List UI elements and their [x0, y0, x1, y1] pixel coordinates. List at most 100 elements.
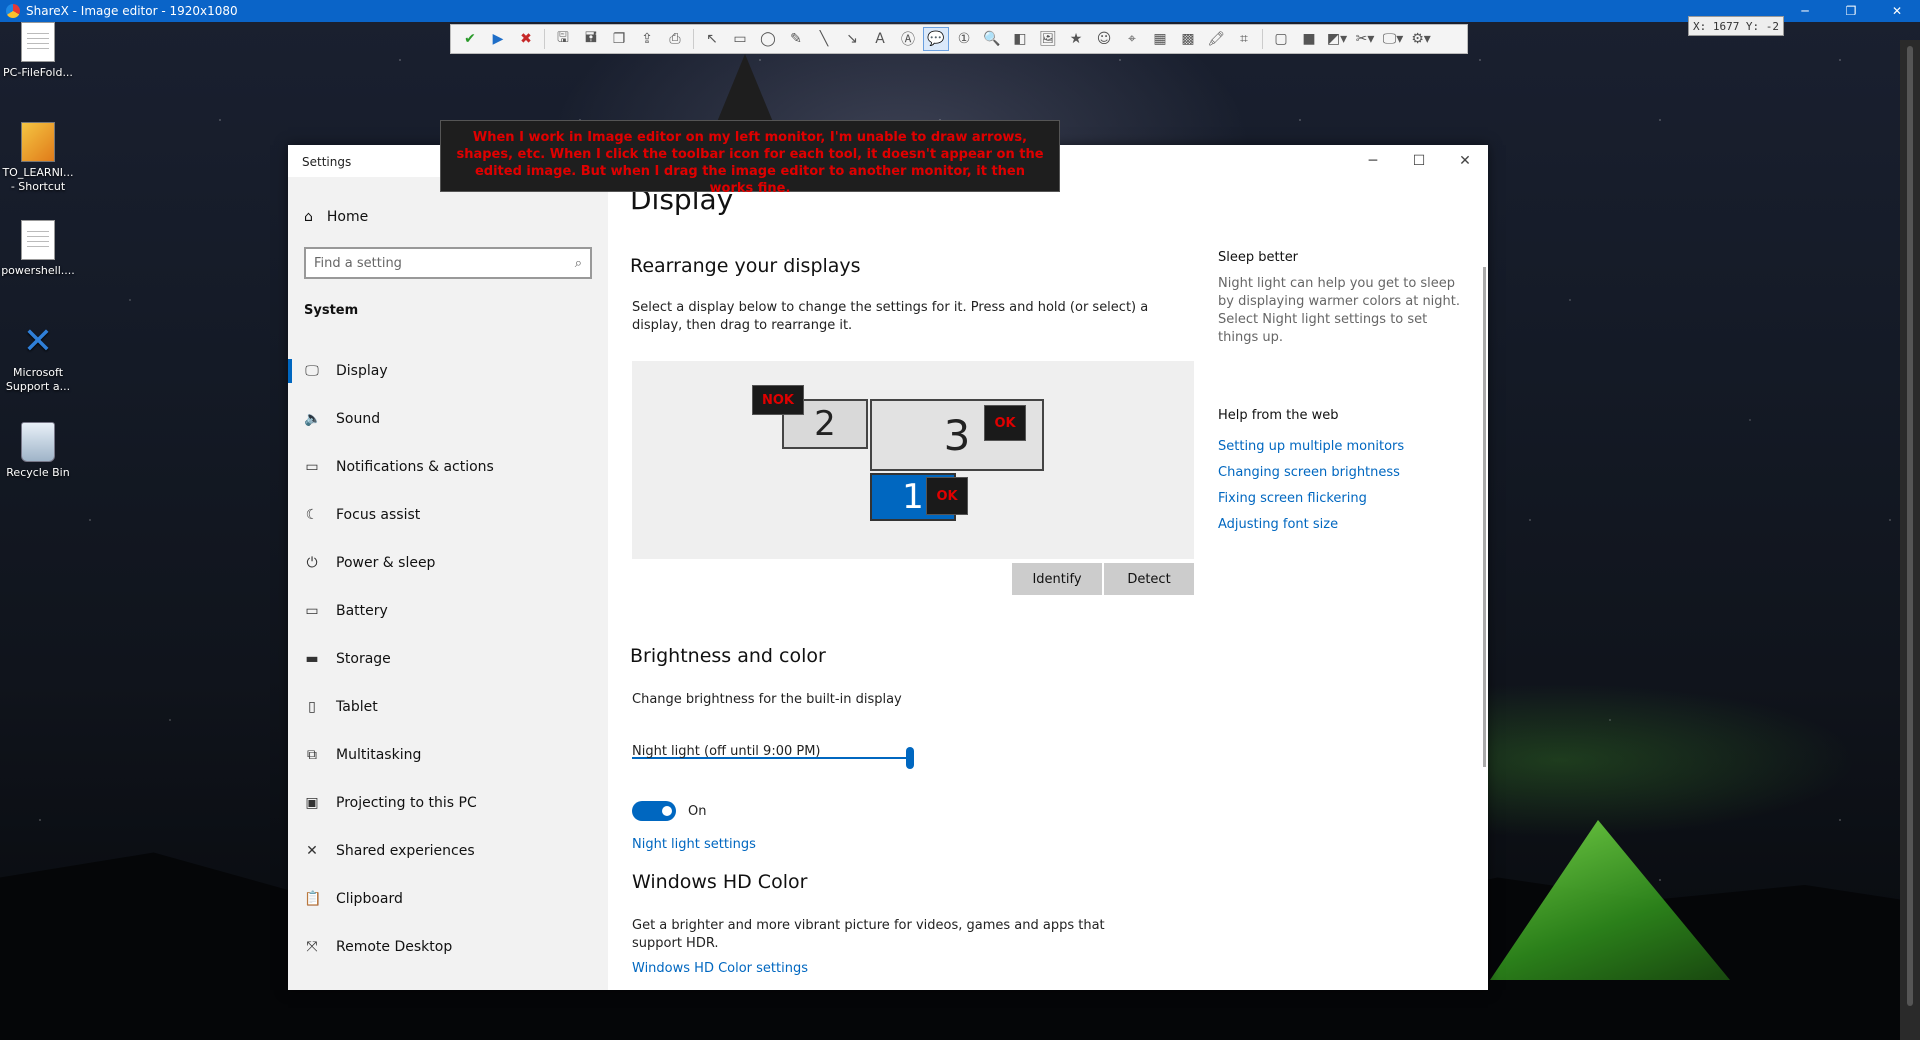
- text-outline-icon[interactable]: A: [867, 27, 893, 51]
- sticker-icon[interactable]: ★: [1063, 27, 1089, 51]
- sidebar-item-label: Projecting to this PC: [336, 795, 477, 811]
- check-icon[interactable]: ✔: [457, 27, 483, 51]
- shadow-icon[interactable]: ◩▾: [1324, 27, 1350, 51]
- arrow-icon[interactable]: ↘: [839, 27, 865, 51]
- close-icon[interactable]: ✖: [513, 27, 539, 51]
- emoji-icon[interactable]: ☺: [1091, 27, 1117, 51]
- night-light-settings-link[interactable]: Night light settings: [632, 837, 756, 852]
- image-icon[interactable]: 🖼: [1035, 27, 1061, 51]
- save-as-icon[interactable]: 🖬: [578, 27, 604, 51]
- help-link-font-size[interactable]: Adjusting font size: [1218, 517, 1338, 532]
- ok-badge-monitor-3: OK: [984, 405, 1026, 441]
- desktop-icon-microsoft-support[interactable]: ✕ Microsoft Support a...: [0, 322, 76, 394]
- pixelate-icon[interactable]: ▩: [1175, 27, 1201, 51]
- desktop-icon-powershell[interactable]: powershell....: [0, 220, 76, 278]
- close-button[interactable]: ✕: [1442, 145, 1488, 177]
- hdr-heading: Windows HD Color: [632, 871, 808, 893]
- home-link[interactable]: ⌂ Home: [304, 209, 368, 225]
- sidebar-item-label: Shared experiences: [336, 843, 475, 859]
- smart-eraser-icon[interactable]: ◧: [1007, 27, 1033, 51]
- sidebar-item-power-sleep[interactable]: ⏻ Power & sleep: [288, 539, 608, 587]
- select-icon[interactable]: ↖: [699, 27, 725, 51]
- detect-button[interactable]: Detect: [1104, 563, 1194, 595]
- brightness-heading: Brightness and color: [630, 645, 826, 667]
- image-settings-icon[interactable]: 🖵▾: [1380, 27, 1406, 51]
- sidebar-item-remote-desktop[interactable]: ⤧ Remote Desktop: [288, 923, 608, 971]
- sidebar-item-focus-assist[interactable]: ☾ Focus assist: [288, 491, 608, 539]
- copy-icon[interactable]: ❐: [606, 27, 632, 51]
- desktop-icon-recycle-bin[interactable]: Recycle Bin: [0, 422, 76, 480]
- hdr-description: Get a brighter and more vibrant picture …: [632, 918, 1105, 951]
- step-icon[interactable]: ①: [951, 27, 977, 51]
- help-link-screen-brightness[interactable]: Changing screen brightness: [1218, 465, 1400, 480]
- sidebar-item-label: Power & sleep: [336, 555, 436, 571]
- rectangle-icon[interactable]: ▭: [727, 27, 753, 51]
- settings-window-title: Settings: [302, 155, 352, 169]
- maximize-button[interactable]: ☐: [1396, 145, 1442, 177]
- content-scrollbar[interactable]: [1483, 267, 1486, 767]
- search-icon: ⌕: [574, 255, 582, 271]
- sidebar-item-display[interactable]: 🖵 Display: [288, 347, 608, 395]
- sidebar-item-multitasking[interactable]: ⧉ Multitasking: [288, 731, 608, 779]
- sharex-titlebar: ShareX - Image editor - 1920x1080 ─ ❐ ✕: [0, 0, 1920, 22]
- sidebar-item-clipboard[interactable]: 📋 Clipboard: [288, 875, 608, 923]
- sidebar-item-notifications-actions[interactable]: ▭ Notifications & actions: [288, 443, 608, 491]
- brightness-label: Change brightness for the built-in displ…: [632, 692, 902, 707]
- fill-color-icon[interactable]: ■: [1296, 27, 1322, 51]
- help-link-screen-flickering[interactable]: Fixing screen flickering: [1218, 491, 1367, 506]
- text-background-icon[interactable]: Ⓐ: [895, 27, 921, 51]
- hdr-settings-link[interactable]: Windows HD Color settings: [632, 961, 808, 976]
- night-light-toggle[interactable]: [632, 801, 676, 821]
- run-icon[interactable]: ▶: [485, 27, 511, 51]
- recycle-bin-icon: [21, 422, 55, 462]
- document-icon: [21, 220, 55, 260]
- search-input[interactable]: Find a setting ⌕: [304, 247, 592, 279]
- sidebar-item-label: Battery: [336, 603, 388, 619]
- line-icon[interactable]: ╲: [811, 27, 837, 51]
- sidebar-item-shared-experiences[interactable]: ✕ Shared experiences: [288, 827, 608, 875]
- sleep-better-heading: Sleep better: [1218, 250, 1299, 265]
- cursor-icon[interactable]: ⌖: [1119, 27, 1145, 51]
- freehand-icon[interactable]: ✎: [783, 27, 809, 51]
- border-color-icon[interactable]: ▢: [1268, 27, 1294, 51]
- save-icon[interactable]: 🖫: [550, 27, 576, 51]
- blur-icon[interactable]: ▦: [1147, 27, 1173, 51]
- sidebar-item-projecting-to-this-pc[interactable]: ▣ Projecting to this PC: [288, 779, 608, 827]
- power-icon: ⏻: [306, 555, 318, 571]
- monitor-icon: 🖵: [305, 363, 319, 379]
- clipboard-icon: 📋: [304, 891, 322, 907]
- sidebar-item-storage[interactable]: ▬ Storage: [288, 635, 608, 683]
- rearrange-description: Select a display below to change the set…: [632, 300, 1149, 333]
- minimize-button[interactable]: ─: [1350, 145, 1396, 177]
- identify-button[interactable]: Identify: [1012, 563, 1102, 595]
- sidebar-item-battery[interactable]: ▭ Battery: [288, 587, 608, 635]
- desktop-icon-to-learning-shortcut[interactable]: TO_LEARNI... - Shortcut: [0, 122, 76, 194]
- scrollbar-thumb[interactable]: [1907, 46, 1913, 1006]
- upload-icon[interactable]: ⇪: [634, 27, 660, 51]
- brightness-slider-thumb[interactable]: [906, 747, 914, 769]
- desktop-icon-label: powershell....: [1, 264, 75, 277]
- settings-sidebar: ⌂ Home Find a setting ⌕ System 🖵 Display 🔈…: [288, 177, 608, 990]
- desktop-icon-label: Microsoft Support a...: [5, 366, 71, 393]
- desktop-icon-pc-filefolder[interactable]: PC-FileFold...: [0, 22, 76, 80]
- tools-icon[interactable]: ✂▾: [1352, 27, 1378, 51]
- ellipse-icon[interactable]: ◯: [755, 27, 781, 51]
- help-link-multiple-monitors[interactable]: Setting up multiple monitors: [1218, 439, 1404, 454]
- settings-icon[interactable]: ⚙▾: [1408, 27, 1434, 51]
- toolbar-separator: [544, 29, 545, 49]
- sidebar-item-tablet[interactable]: ▯ Tablet: [288, 683, 608, 731]
- highlight-icon[interactable]: 🖍: [1203, 27, 1229, 51]
- restore-button[interactable]: ❐: [1828, 0, 1874, 22]
- editor-scrollbar[interactable]: [1900, 40, 1920, 1040]
- desktop-icon-label: Recycle Bin: [6, 466, 70, 479]
- magnify-icon[interactable]: 🔍: [979, 27, 1005, 51]
- close-button[interactable]: ✕: [1874, 0, 1920, 22]
- speech-balloon-icon[interactable]: 💬: [923, 27, 949, 51]
- settings-nav: 🖵 Display 🔈 Sound ▭ Notifications & actions ☾ F…: [288, 347, 608, 971]
- crop-icon[interactable]: ⌗: [1231, 27, 1257, 51]
- minimize-button[interactable]: ─: [1782, 0, 1828, 22]
- settings-window-controls: ─ ☐ ✕: [1350, 145, 1488, 177]
- section-heading: System: [304, 303, 359, 318]
- print-icon[interactable]: ⎙: [662, 27, 688, 51]
- sidebar-item-sound[interactable]: 🔈 Sound: [288, 395, 608, 443]
